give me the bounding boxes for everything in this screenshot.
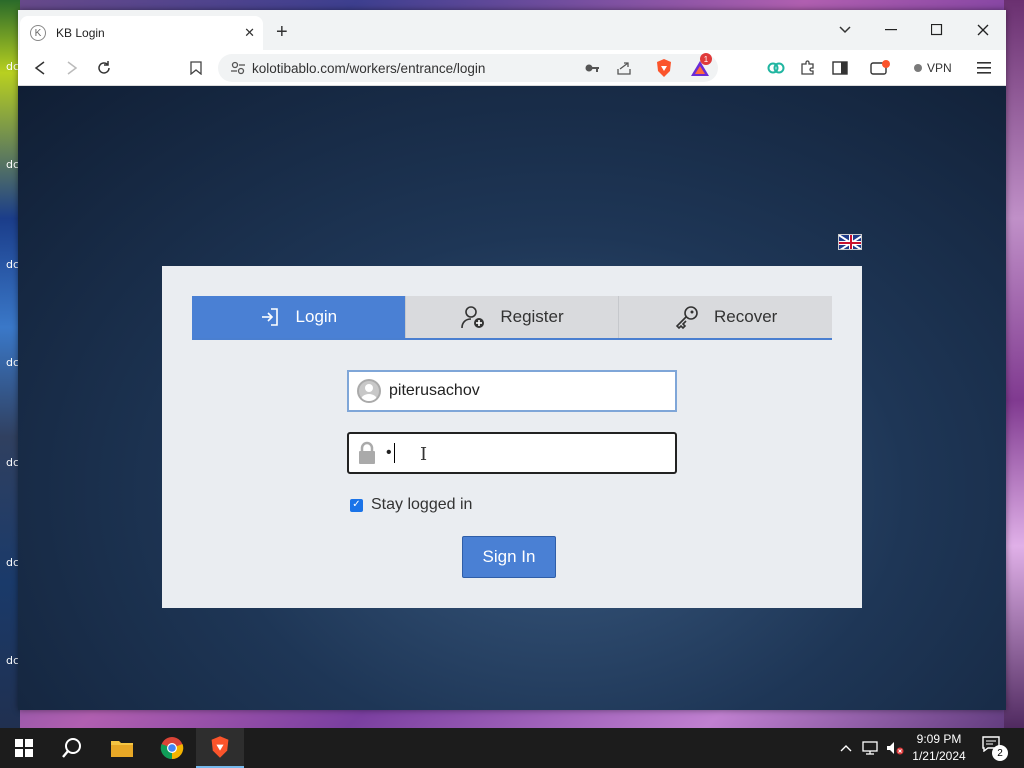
sidebar-toggle-icon[interactable] xyxy=(830,58,850,78)
address-bar[interactable]: kolotibablo.com/workers/entrance/login xyxy=(218,54,718,82)
clock-time: 9:09 PM xyxy=(916,732,962,746)
bookmark-icon[interactable] xyxy=(186,58,206,78)
username-field[interactable]: piterusachov xyxy=(347,370,677,412)
volume-muted-icon[interactable] xyxy=(884,728,906,768)
stay-logged-in-label: Stay logged in xyxy=(371,496,473,513)
start-button[interactable] xyxy=(0,728,48,768)
login-icon xyxy=(260,307,288,327)
stay-logged-in[interactable]: ✓ Stay logged in xyxy=(350,496,472,514)
brave-rewards-icon[interactable]: 1 xyxy=(690,53,712,78)
reload-icon[interactable] xyxy=(94,58,114,78)
menu-icon[interactable] xyxy=(974,58,994,78)
site-favicon-icon: K xyxy=(30,25,46,41)
url-text: kolotibablo.com/workers/entrance/login xyxy=(252,60,486,76)
lock-icon xyxy=(357,441,377,465)
tab-strip: K KB Login ✕ + xyxy=(18,10,1006,50)
page-viewport: Login Register Recover piterusachov • I … xyxy=(18,86,1006,710)
rewards-badge: 1 xyxy=(700,53,712,65)
brave-shields-icon[interactable] xyxy=(654,58,674,78)
tab-search-chevron-icon[interactable] xyxy=(828,16,862,44)
browser-tab[interactable]: K KB Login ✕ xyxy=(20,16,263,50)
uk-flag-icon[interactable] xyxy=(838,234,862,250)
network-icon[interactable] xyxy=(860,728,882,768)
text-cursor-icon: I xyxy=(420,444,428,465)
brave-news-icon[interactable] xyxy=(870,58,890,78)
add-user-icon xyxy=(460,304,494,330)
chrome-icon[interactable] xyxy=(148,728,196,768)
back-icon[interactable] xyxy=(30,58,50,78)
share-icon[interactable] xyxy=(616,60,632,81)
tab-recover-label: Recover xyxy=(714,307,778,326)
stay-logged-in-checkbox[interactable]: ✓ xyxy=(350,498,363,512)
wallet-extension-icon[interactable] xyxy=(766,58,786,78)
password-key-icon[interactable] xyxy=(584,60,600,81)
forward-icon[interactable] xyxy=(62,58,82,78)
password-value: • xyxy=(386,444,392,461)
login-panel: Login Register Recover piterusachov • I … xyxy=(162,266,862,608)
brave-taskbar-icon[interactable] xyxy=(196,728,244,768)
vpn-button[interactable]: VPN xyxy=(906,56,960,80)
taskbar: 9:09 PM 1/21/2024 2 xyxy=(0,728,1024,768)
key-icon xyxy=(674,304,708,330)
user-icon xyxy=(357,379,381,403)
tab-title: KB Login xyxy=(56,26,105,40)
tab-login-label: Login xyxy=(295,307,338,326)
tab-register-label: Register xyxy=(500,307,564,326)
notification-count-badge: 2 xyxy=(992,745,1008,761)
close-window-button[interactable] xyxy=(966,16,1000,44)
password-field[interactable]: • xyxy=(347,432,677,474)
vpn-label: VPN xyxy=(927,61,952,75)
browser-toolbar: kolotibablo.com/workers/entrance/login 1 xyxy=(18,50,1006,86)
file-explorer-icon[interactable] xyxy=(98,728,146,768)
desktop-wallpaper-right xyxy=(1004,0,1024,728)
text-caret xyxy=(393,443,395,463)
clock-date: 1/21/2024 xyxy=(912,749,966,763)
search-icon[interactable] xyxy=(48,728,96,768)
auth-tabs: Login Register Recover xyxy=(192,296,833,340)
username-value: piterusachov xyxy=(389,382,480,399)
system-clock[interactable]: 9:09 PM 1/21/2024 xyxy=(908,731,970,765)
browser-window: K KB Login ✕ + kolotibablo.com/workers/e… xyxy=(18,10,1006,710)
vpn-status-icon xyxy=(914,64,922,72)
tab-login[interactable]: Login xyxy=(192,296,406,338)
maximize-button[interactable] xyxy=(920,16,954,44)
site-settings-icon[interactable] xyxy=(230,60,246,81)
show-hidden-icons-chevron-icon[interactable] xyxy=(836,728,856,768)
tab-register[interactable]: Register xyxy=(405,296,620,338)
extensions-puzzle-icon[interactable] xyxy=(798,58,818,78)
minimize-button[interactable] xyxy=(874,16,908,44)
close-tab-icon[interactable]: ✕ xyxy=(244,25,255,41)
tab-recover[interactable]: Recover xyxy=(619,296,833,338)
sign-in-button[interactable]: Sign In xyxy=(462,536,556,578)
new-tab-button[interactable]: + xyxy=(276,22,288,42)
